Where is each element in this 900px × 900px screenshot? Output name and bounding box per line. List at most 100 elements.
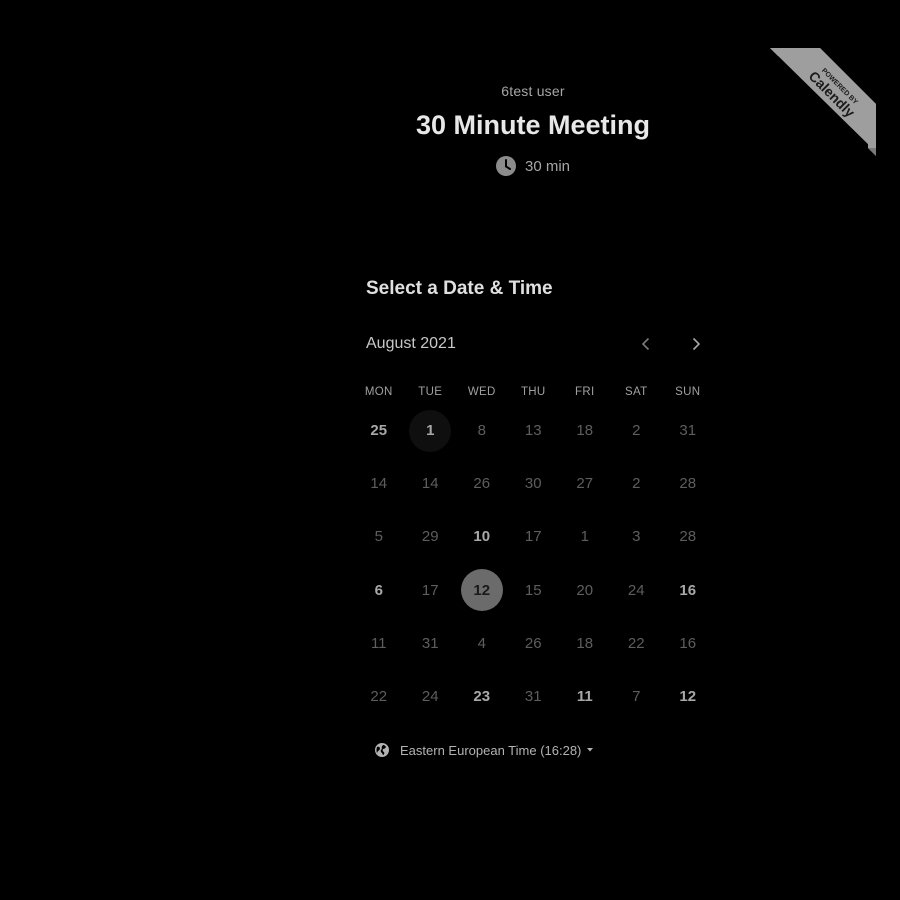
calendar-day-unavailable: 15 [508,564,560,617]
calendar-day-number: 20 [576,581,594,599]
weekday-sun: SUN [675,386,701,398]
calendar-day-unavailable: 8 [456,404,508,457]
calendar-day-unavailable: 18 [559,617,611,670]
calendar-day-unavailable: 22 [353,670,405,723]
calendar-day-number: 28 [679,475,697,493]
calendar-day-unavailable: 17 [508,510,560,563]
timezone-label: Eastern European Time (16:28) [400,742,582,758]
calendar-day-number: 2 [632,422,641,440]
month-label: August 2021 [366,335,456,352]
next-month-button[interactable] [686,334,706,354]
calendar-day-unavailable: 26 [456,457,508,510]
calendar-day-unavailable: 24 [611,564,663,617]
calendar-day-unavailable: 2 [611,404,663,457]
calendar-day-number: 14 [421,475,439,493]
calendar-day-number: 3 [632,528,641,546]
calendar-day-number: 29 [421,528,439,546]
weekday-thu: THU [520,386,546,398]
calendar-day-unavailable: 22 [611,617,663,670]
clock-icon [495,156,516,176]
weekday-wed: WED [467,386,496,398]
calendar-day-available[interactable]: 11 [559,670,611,723]
chevron-right-icon [692,337,701,351]
calendar-day-available[interactable]: 6 [353,564,405,617]
calendar-day-unavailable: 18 [559,404,611,457]
calendar-day-unavailable: 29 [405,510,457,563]
globe-icon [374,742,390,758]
calendar-day-number: 24 [627,581,645,599]
previous-month-button[interactable] [636,334,656,354]
calendar-day-unavailable: 28 [662,457,714,510]
calendar-day-number: 2 [632,475,641,493]
calendar-day-unavailable: 16 [662,617,714,670]
calendar-day-unavailable: 27 [559,457,611,510]
calendar-day-number: 31 [679,422,697,440]
calendar-day-unavailable: 5 [353,510,405,563]
calendar-day-number: 6 [374,581,383,599]
powered-by-calendly-badge[interactable]: POWERED BY Calendly [770,48,876,156]
weekday-sat: SAT [625,386,648,398]
calendar-day-available[interactable]: 23 [456,670,508,723]
calendar-day-number: 16 [679,634,697,652]
calendar-day-unavailable: 24 [405,670,457,723]
calendar-day-unavailable: 1 [559,510,611,563]
calendar-day-number: 27 [576,475,594,493]
select-date-time-heading: Select a Date & Time [366,278,553,299]
calendar-day-number: 30 [524,475,542,493]
calendar-day-number: 1 [580,528,589,546]
weekday-tue: TUE [418,386,443,398]
calendar-day-available[interactable]: 25 [353,404,405,457]
calendar-day-number: 31 [524,688,542,706]
calendar-day-unavailable: 17 [405,564,457,617]
calendly-ribbon-graphic: POWERED BY Calendly [770,48,876,156]
calendar-day-number: 17 [524,528,542,546]
month-navigation: August 2021 [366,332,706,356]
calendar-day-unavailable: 4 [456,617,508,670]
weekday-mon: MON [364,386,393,398]
calendar-day-unavailable: 11 [353,617,405,670]
calendar-day-available[interactable]: 16 [662,564,714,617]
caret-down-icon [586,747,594,753]
organizer-name: 6test user [501,83,565,99]
calendar-day-number: 14 [370,475,388,493]
calendar-day-unavailable: 31 [662,404,714,457]
timezone-selector[interactable]: Eastern European Time (16:28) [374,742,594,758]
calendar-day-available[interactable]: 12 [662,670,714,723]
calendar-day-number: 12 [679,688,697,706]
calendar-day-number: 12 [460,569,503,612]
calendar-day-selected[interactable]: 12 [456,564,508,617]
calendar-day-number: 8 [477,422,486,440]
calendar-day-number: 16 [679,581,697,599]
duration-label: 30 min [524,157,571,175]
calendar-day-unavailable: 30 [508,457,560,510]
calendar-day-unavailable: 14 [405,457,457,510]
calendar-day-number: 26 [473,475,491,493]
calendar-day-number: 24 [421,688,439,706]
calendar-day-number: 17 [421,581,439,599]
calendar-day-unavailable: 26 [508,617,560,670]
calendar-day-unavailable: 2 [611,457,663,510]
calendar-day-unavailable: 3 [611,510,663,563]
event-title: 30 Minute Meeting [415,110,651,140]
calendar-day-unavailable: 31 [508,670,560,723]
calendar-day-number: 22 [370,688,388,706]
calendar-day-unavailable: 13 [508,404,560,457]
event-header: 6test user 30 Minute Meeting 30 min [360,80,706,181]
calendar-day-unavailable: 31 [405,617,457,670]
calendar-day-number: 7 [632,688,641,706]
calendar-day-number: 23 [473,688,491,706]
calendar-day-number: 28 [679,528,697,546]
calendar-day-number: 22 [627,634,645,652]
chevron-left-icon [641,337,650,351]
calendar-day-number: 10 [473,528,491,546]
calendar-day-number: 11 [576,688,593,706]
weekday-header-row: MON TUE WED THU FRI SAT SUN [353,384,714,400]
calendar-day-available[interactable]: 1 [405,404,457,457]
calendar-day-number: 18 [576,634,594,652]
calendar-day-number: 1 [409,409,452,452]
calendar-day-number: 25 [370,422,388,440]
calendar-day-number: 4 [477,634,486,652]
calendar-day-number: 13 [524,422,542,440]
calendar-day-unavailable: 28 [662,510,714,563]
calendar-day-available[interactable]: 10 [456,510,508,563]
